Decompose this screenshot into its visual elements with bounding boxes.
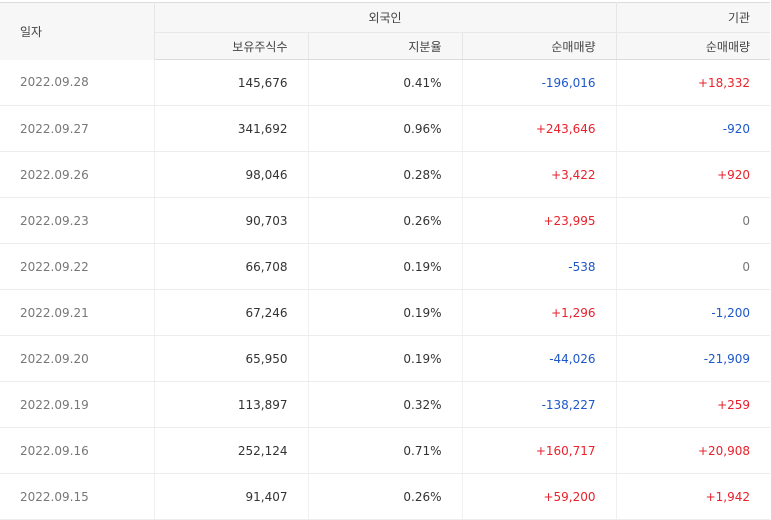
table-row: 2022.09.22 66,708 0.19% -538 0 (0, 243, 771, 290)
date-cell: 2022.09.26 (0, 151, 155, 198)
institution-net-cell: 0 (616, 243, 771, 290)
ratio-cell: 0.19% (308, 335, 463, 382)
holdings-cell: 90,703 (154, 197, 309, 244)
foreign-net-cell: +3,422 (462, 151, 617, 198)
holdings-cell: 65,950 (154, 335, 309, 382)
institution-net-cell: +259 (616, 381, 771, 428)
foreign-net-cell: +160,717 (462, 427, 617, 474)
institution-net-cell: 0 (616, 197, 771, 244)
date-cell: 2022.09.28 (0, 59, 155, 106)
date-column-header: 일자 (0, 2, 155, 60)
institution-net-cell: +920 (616, 151, 771, 198)
date-cell: 2022.09.21 (0, 289, 155, 336)
foreign-net-cell: +243,646 (462, 105, 617, 152)
foreign-net-cell: +23,995 (462, 197, 617, 244)
ratio-cell: 0.26% (308, 197, 463, 244)
foreign-net-cell: -138,227 (462, 381, 617, 428)
table-row: 2022.09.28 145,676 0.41% -196,016 +18,33… (0, 59, 771, 106)
holdings-column-header: 보유주식수 (154, 32, 309, 60)
holdings-cell: 98,046 (154, 151, 309, 198)
ratio-cell: 0.71% (308, 427, 463, 474)
foreign-net-cell: -196,016 (462, 59, 617, 106)
date-cell: 2022.09.23 (0, 197, 155, 244)
investor-trading-table: 일자 외국인 기관 보유주식수 지분율 순매매량 순매매량 2022.09.28… (0, 2, 771, 520)
table-row: 2022.09.20 65,950 0.19% -44,026 -21,909 (0, 335, 771, 382)
table-row: 2022.09.19 113,897 0.32% -138,227 +259 (0, 381, 771, 428)
holdings-cell: 341,692 (154, 105, 309, 152)
ratio-cell: 0.28% (308, 151, 463, 198)
table-header: 일자 외국인 기관 보유주식수 지분율 순매매량 순매매량 (0, 2, 771, 60)
ratio-cell: 0.41% (308, 59, 463, 106)
institution-group-header: 기관 (616, 2, 771, 33)
foreign-net-cell: +1,296 (462, 289, 617, 336)
foreign-net-cell: -538 (462, 243, 617, 290)
foreign-net-cell: -44,026 (462, 335, 617, 382)
ratio-cell: 0.32% (308, 381, 463, 428)
date-cell: 2022.09.22 (0, 243, 155, 290)
holdings-cell: 67,246 (154, 289, 309, 336)
institution-net-cell: -920 (616, 105, 771, 152)
date-cell: 2022.09.27 (0, 105, 155, 152)
table-row: 2022.09.26 98,046 0.28% +3,422 +920 (0, 151, 771, 198)
ratio-cell: 0.19% (308, 243, 463, 290)
institution-net-cell: -21,909 (616, 335, 771, 382)
table-row: 2022.09.23 90,703 0.26% +23,995 0 (0, 197, 771, 244)
date-cell: 2022.09.19 (0, 381, 155, 428)
institution-net-cell: -1,200 (616, 289, 771, 336)
ratio-column-header: 지분율 (308, 32, 463, 60)
table-row: 2022.09.27 341,692 0.96% +243,646 -920 (0, 105, 771, 152)
holdings-cell: 252,124 (154, 427, 309, 474)
table-row: 2022.09.21 67,246 0.19% +1,296 -1,200 (0, 289, 771, 336)
ratio-cell: 0.96% (308, 105, 463, 152)
holdings-cell: 145,676 (154, 59, 309, 106)
institution-net-cell: +20,908 (616, 427, 771, 474)
date-cell: 2022.09.16 (0, 427, 155, 474)
date-cell: 2022.09.20 (0, 335, 155, 382)
table-row: 2022.09.16 252,124 0.71% +160,717 +20,90… (0, 427, 771, 474)
holdings-cell: 113,897 (154, 381, 309, 428)
holdings-cell: 66,708 (154, 243, 309, 290)
table-body: 2022.09.28 145,676 0.41% -196,016 +18,33… (0, 59, 771, 520)
institution-net-cell: +18,332 (616, 59, 771, 106)
institution-net-column-header: 순매매량 (616, 32, 771, 60)
foreign-group-header: 외국인 (154, 2, 617, 33)
foreign-net-column-header: 순매매량 (462, 32, 617, 60)
ratio-cell: 0.19% (308, 289, 463, 336)
